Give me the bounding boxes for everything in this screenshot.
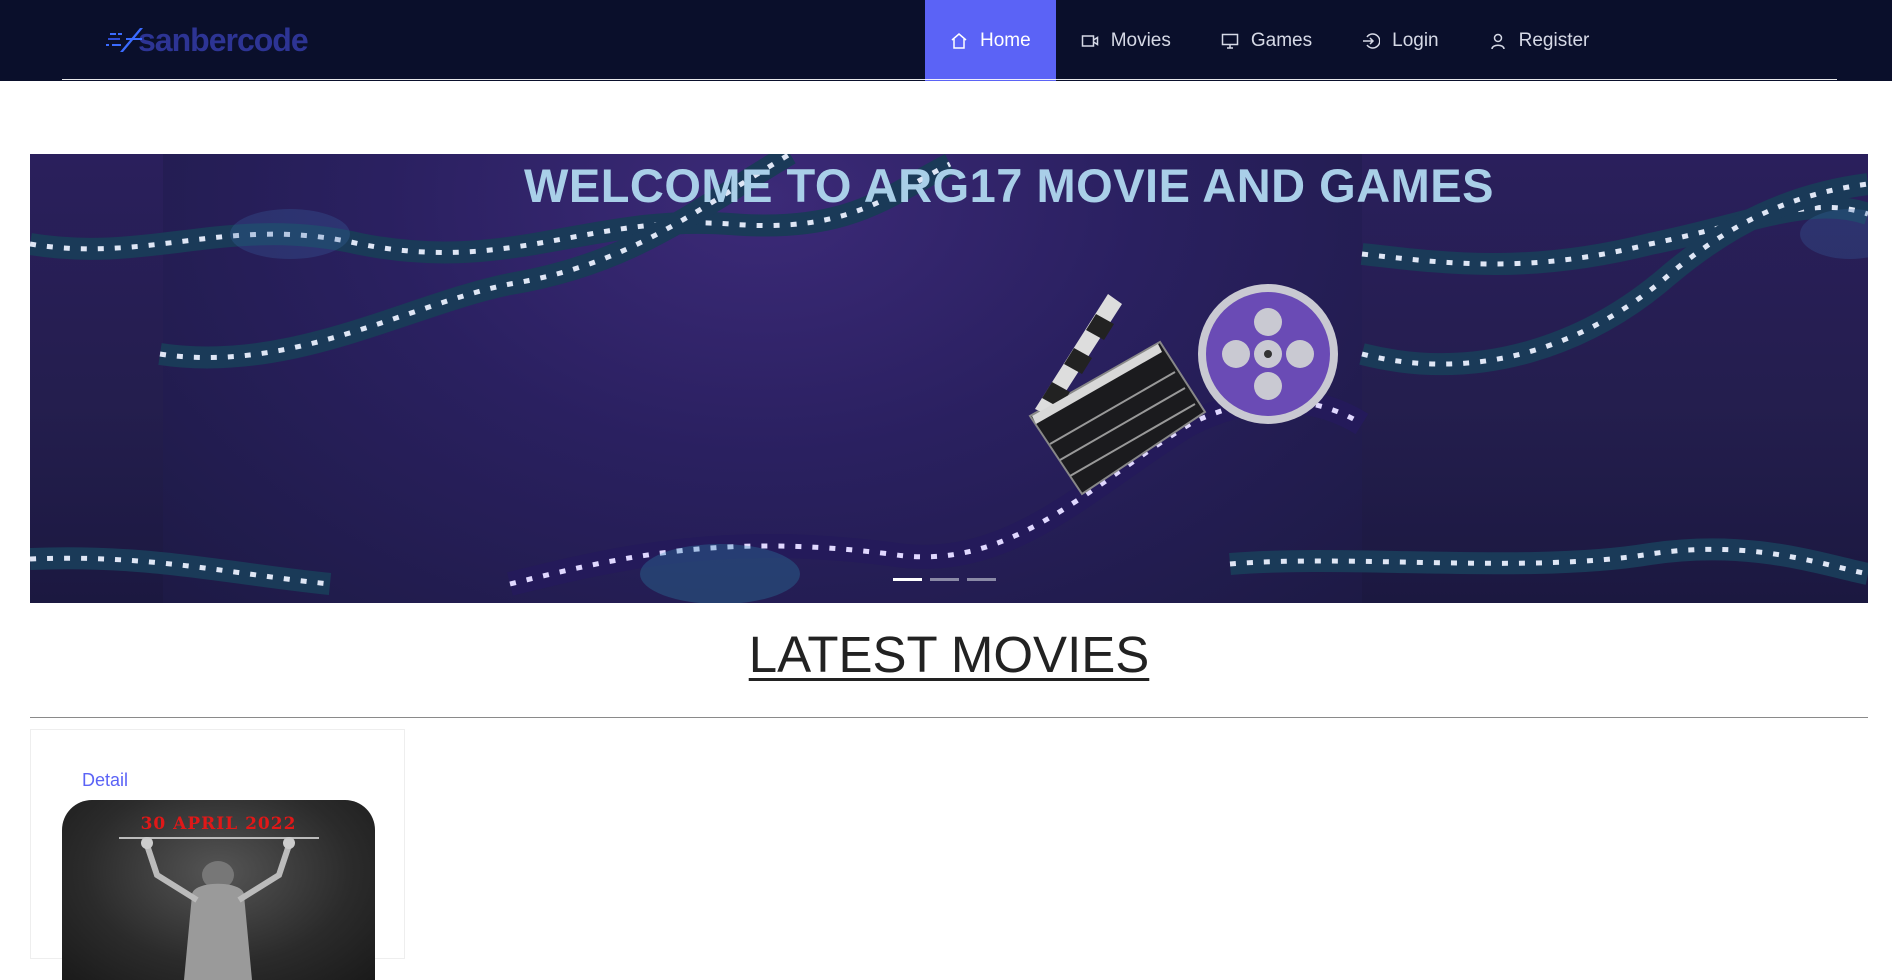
nav-item-movies[interactable]: Movies <box>1056 0 1196 81</box>
home-icon <box>950 32 968 50</box>
detail-link[interactable]: Detail <box>82 770 128 791</box>
user-icon <box>1489 32 1507 50</box>
section-title-latest-movies: LATEST MOVIES <box>748 626 1150 683</box>
carousel-indicator-1[interactable] <box>893 578 922 581</box>
nav-item-login[interactable]: Login <box>1337 0 1464 81</box>
carousel-indicator-3[interactable] <box>967 578 996 581</box>
poster-figure-image <box>141 837 295 980</box>
movie-poster[interactable]: 30 APRIL 2022 <box>62 800 375 980</box>
brand-logo[interactable]: sanbercode <box>106 21 309 58</box>
carousel-indicators <box>893 578 996 581</box>
monitor-icon <box>1221 32 1239 50</box>
nav-label-movies: Movies <box>1110 29 1171 51</box>
logo-mark-icon <box>106 24 146 56</box>
film-strip-decoration <box>30 154 1868 603</box>
nav-item-games[interactable]: Games <box>1196 0 1337 81</box>
brand-name: sanbercode <box>138 21 309 58</box>
nav-label-register: Register <box>1518 29 1590 51</box>
film-reel-icon <box>1198 284 1338 424</box>
navbar: sanbercode Home Movies Games Login Regis… <box>0 0 1892 81</box>
nav-label-home: Home <box>980 29 1031 51</box>
section-divider <box>30 717 1868 718</box>
login-icon <box>1362 32 1381 50</box>
nav-label-login: Login <box>1392 29 1439 51</box>
video-camera-icon <box>1081 32 1099 50</box>
movie-card: Detail 30 APRIL 2022 <box>30 729 405 980</box>
hero-carousel[interactable]: WELCOME TO ARG17 MOVIE AND GAMES <box>30 154 1868 603</box>
nav-label-games: Games <box>1250 29 1313 51</box>
navbar-divider <box>62 79 1837 80</box>
nav-item-register[interactable]: Register <box>1464 0 1615 81</box>
carousel-indicator-2[interactable] <box>930 578 959 581</box>
main-nav: Home Movies Games Login Register <box>925 0 1614 81</box>
hero-title: WELCOME TO ARG17 MOVIE AND GAMES <box>524 159 1494 212</box>
clapperboard-icon <box>1028 294 1207 496</box>
nav-item-home[interactable]: Home <box>925 0 1056 81</box>
